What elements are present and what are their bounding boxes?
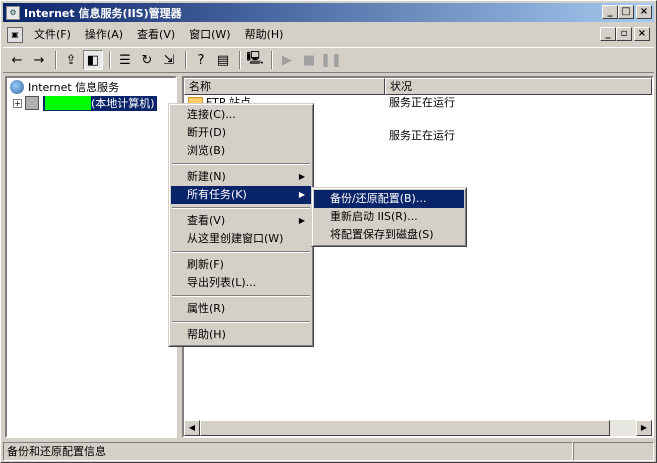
- menu-item-refresh[interactable]: 刷新(F): [171, 256, 311, 274]
- menu-help[interactable]: 帮助(H): [238, 26, 291, 44]
- mdi-close-button[interactable]: ×: [634, 27, 650, 41]
- forward-arrow-icon[interactable]: →: [29, 50, 49, 70]
- host-label[interactable]: (本地计算机): [43, 95, 157, 111]
- up-folder-icon[interactable]: ⇪: [61, 50, 81, 70]
- column-header-name[interactable]: 名称: [184, 78, 385, 95]
- menu-item-browse[interactable]: 浏览(B): [171, 142, 311, 160]
- pause-icon[interactable]: ❚❚: [320, 50, 342, 70]
- scroll-left-icon[interactable]: ◀: [184, 420, 200, 436]
- status-pane-empty: [573, 442, 654, 461]
- console-icon[interactable]: ▣: [7, 27, 23, 43]
- minimize-button[interactable]: _: [602, 5, 618, 19]
- export-list-icon[interactable]: ⇲: [159, 50, 179, 70]
- menu-item-help[interactable]: 帮助(H): [171, 326, 311, 344]
- status-text: 备份和还原配置信息: [3, 442, 573, 461]
- menu-window[interactable]: 窗口(W): [182, 26, 237, 44]
- refresh-icon[interactable]: ↻: [137, 50, 157, 70]
- menu-divider: [172, 321, 310, 323]
- menu-item-connect[interactable]: 连接(C)...: [171, 106, 311, 124]
- menu-item-all-tasks[interactable]: 所有任务(K) ▶: [171, 186, 311, 204]
- status-bar: 备份和还原配置信息: [3, 442, 654, 461]
- horizontal-scrollbar[interactable]: ◀ ▶: [184, 420, 652, 436]
- properties-icon[interactable]: ☰: [115, 50, 135, 70]
- menu-divider: [172, 251, 310, 253]
- iis-globe-icon: [10, 80, 24, 94]
- menu-bar: ▣ 文件(F) 操作(A) 查看(V) 窗口(W) 帮助(H) _ ▫ ×: [3, 25, 654, 45]
- column-header-status[interactable]: 状况: [385, 78, 652, 95]
- scroll-right-icon[interactable]: ▶: [636, 420, 652, 436]
- toolbar-separator: [185, 51, 187, 69]
- menu-item-view-label: 查看(V): [187, 214, 226, 227]
- menu-item-new[interactable]: 新建(N) ▶: [171, 168, 311, 186]
- list-item-status: 服务正在运行: [389, 96, 455, 109]
- menu-item-new-window[interactable]: 从这里创建窗口(W): [171, 230, 311, 248]
- action-pane-icon[interactable]: ▤: [213, 50, 233, 70]
- menu-item-new-label: 新建(N): [187, 170, 226, 183]
- host-suffix: (本地计算机): [91, 96, 155, 110]
- submenu-arrow-icon: ▶: [298, 216, 305, 225]
- menu-divider: [172, 163, 310, 165]
- menu-item-all-tasks-label: 所有任务(K): [187, 188, 247, 201]
- play-icon[interactable]: ▶: [277, 50, 297, 70]
- iis-app-icon: ⚙: [6, 5, 20, 20]
- computer-icon[interactable]: 🖳: [245, 50, 265, 70]
- menu-divider: [172, 295, 310, 297]
- menu-action[interactable]: 操作(A): [78, 26, 130, 44]
- submenu-arrow-icon: ▶: [298, 190, 305, 199]
- menu-file[interactable]: 文件(F): [27, 26, 78, 44]
- menu-divider: [172, 207, 310, 209]
- toolbar-separator: [109, 51, 111, 69]
- toolbar-separator: [271, 51, 273, 69]
- redacted-hostname: [45, 96, 91, 110]
- list-item-status: 服务正在运行: [389, 129, 455, 142]
- menu-item-properties[interactable]: 属性(R): [171, 300, 311, 318]
- context-menu: 连接(C)... 断开(D) 浏览(B) 新建(N) ▶ 所有任务(K) ▶ 查看(…: [168, 103, 314, 347]
- mdi-minimize-button[interactable]: _: [600, 27, 616, 41]
- all-tasks-submenu: 备份/还原配置(B)... 重新启动 IIS(R)... 将配置保存到磁盘(S): [311, 187, 467, 247]
- menu-item-save-config[interactable]: 将配置保存到磁盘(S): [314, 226, 464, 244]
- scroll-thumb[interactable]: [200, 420, 610, 436]
- toolbar-separator: [239, 51, 241, 69]
- toolbar-separator: [55, 51, 57, 69]
- menu-view[interactable]: 查看(V): [130, 26, 182, 44]
- tree-host-node[interactable]: + (本地计算机): [13, 95, 157, 111]
- mdi-restore-button[interactable]: ▫: [616, 27, 632, 41]
- tree-root[interactable]: Internet 信息服务: [10, 79, 119, 95]
- tree-root-label: Internet 信息服务: [28, 81, 120, 94]
- maximize-button[interactable]: □: [618, 5, 634, 19]
- back-arrow-icon[interactable]: ←: [7, 50, 27, 70]
- show-tree-icon[interactable]: ◧: [83, 50, 103, 70]
- menu-item-restart-iis[interactable]: 重新启动 IIS(R)...: [314, 208, 464, 226]
- toolbar: ← → ⇪ ◧ ☰ ↻ ⇲ ? ▤ 🖳 ▶ ■ ❚❚: [3, 47, 654, 73]
- expand-plus-icon[interactable]: +: [13, 98, 22, 108]
- close-button[interactable]: ×: [636, 5, 652, 19]
- stop-icon[interactable]: ■: [299, 50, 319, 70]
- help-icon[interactable]: ?: [191, 50, 211, 70]
- menu-item-view[interactable]: 查看(V) ▶: [171, 212, 311, 230]
- window-title: Internet 信息服务(IIS)管理器: [24, 6, 182, 20]
- menu-item-export-list[interactable]: 导出列表(L)...: [171, 274, 311, 292]
- computer-icon: [25, 96, 39, 110]
- tree-pane[interactable]: Internet 信息服务 + (本地计算机): [5, 76, 177, 438]
- menu-item-disconnect[interactable]: 断开(D): [171, 124, 311, 142]
- menu-item-backup-restore[interactable]: 备份/还原配置(B)...: [314, 190, 464, 208]
- submenu-arrow-icon: ▶: [298, 172, 305, 181]
- title-bar: ⚙ Internet 信息服务(IIS)管理器 _ □ ×: [3, 3, 654, 22]
